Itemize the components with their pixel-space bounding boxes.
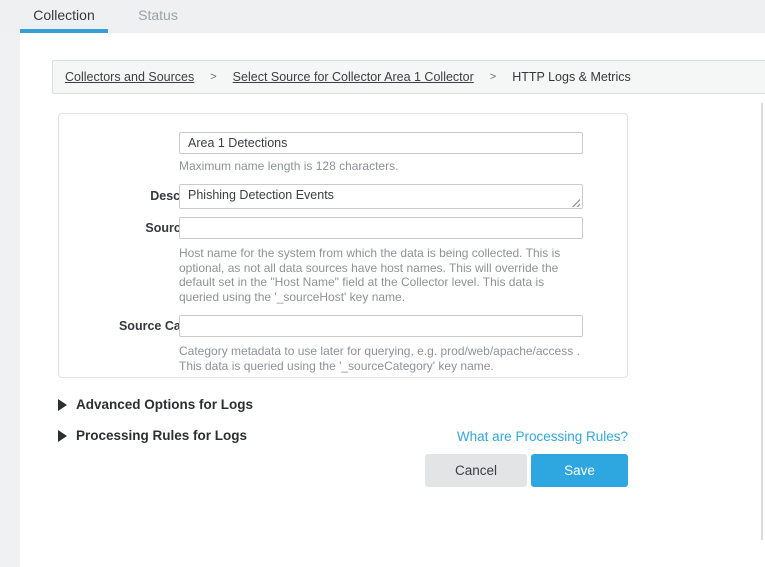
what-are-processing-rules-link[interactable]: What are Processing Rules? [457, 429, 628, 444]
breadcrumb: Collectors and Sources > Select Source f… [52, 60, 765, 94]
tab-status[interactable]: Status [128, 0, 188, 29]
breadcrumb-current-page: HTTP Logs & Metrics [512, 70, 631, 84]
tab-collection[interactable]: Collection [20, 0, 108, 29]
advanced-options-section-toggle[interactable]: Advanced Options for Logs [58, 397, 253, 412]
tab-bar: Collection Status [0, 0, 765, 33]
description-textarea[interactable]: Phishing Detection Events [179, 184, 583, 209]
name-help-text: Maximum name length is 128 characters. [179, 159, 583, 174]
source-host-help-text: Host name for the system from which the … [179, 246, 583, 304]
breadcrumb-select-source[interactable]: Select Source for Collector Area 1 Colle… [233, 70, 474, 84]
collapsed-arrow-icon [58, 399, 67, 411]
page: Collection Status Collectors and Sources… [0, 0, 765, 567]
source-config-form: Name* Maximum name length is 128 charact… [58, 113, 628, 378]
processing-rules-section-toggle[interactable]: Processing Rules for Logs [58, 428, 247, 443]
processing-rules-label: Processing Rules for Logs [76, 428, 247, 443]
source-category-help-text: Category metadata to use later for query… [179, 344, 583, 373]
save-button[interactable]: Save [531, 454, 628, 487]
scrollbar-track[interactable] [761, 103, 763, 540]
breadcrumb-collectors-and-sources[interactable]: Collectors and Sources [65, 70, 194, 84]
breadcrumb-separator-icon: > [490, 71, 496, 83]
breadcrumb-separator-icon: > [210, 71, 216, 83]
collapsed-arrow-icon [58, 430, 67, 442]
source-host-input[interactable] [179, 217, 583, 239]
source-category-input[interactable] [179, 315, 583, 337]
name-input[interactable] [179, 132, 583, 154]
cancel-button[interactable]: Cancel [425, 454, 527, 487]
advanced-options-label: Advanced Options for Logs [76, 397, 253, 412]
